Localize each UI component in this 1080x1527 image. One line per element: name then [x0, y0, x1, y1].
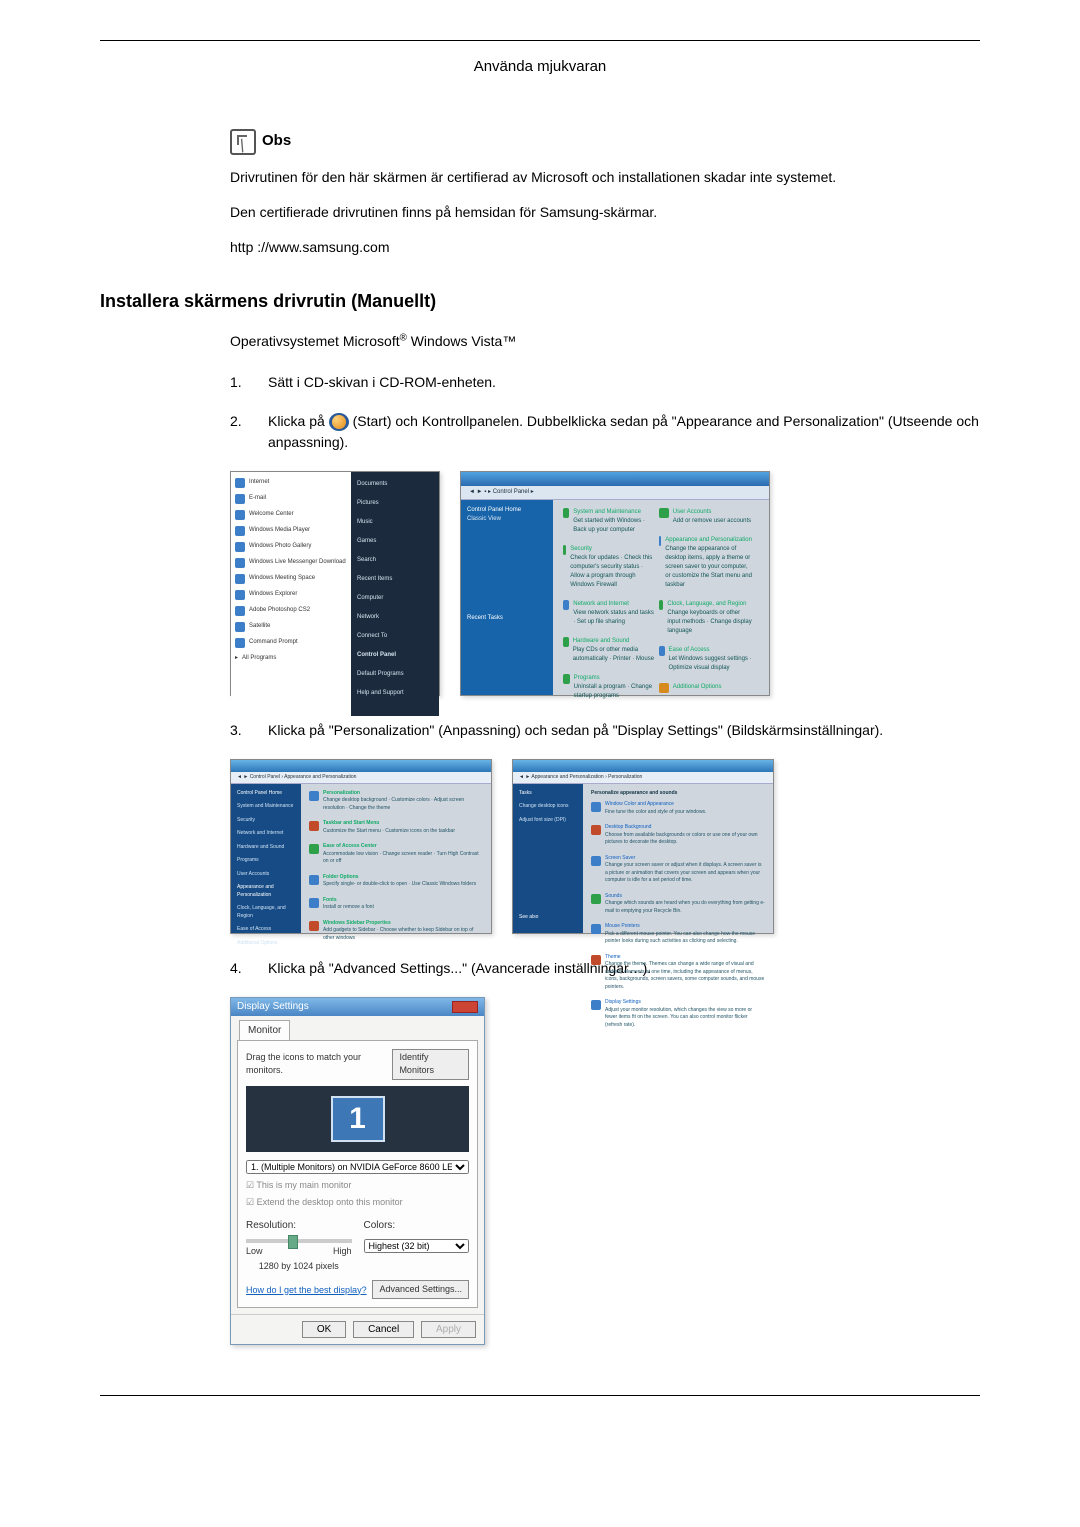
resolution-value: 1280 by 1024 pixels [246, 1260, 352, 1274]
monitor-arrangement-area[interactable]: 1 [246, 1086, 469, 1152]
identify-monitors-button[interactable]: Identify Monitors [392, 1049, 469, 1080]
step-2-text-b: (Start) och Kontrollpanelen. Dubbelklick… [268, 413, 979, 450]
start-orb-icon [329, 413, 349, 431]
step-1-number: 1. [230, 372, 250, 393]
resolution-slider[interactable] [246, 1239, 352, 1243]
step-3-number: 3. [230, 720, 250, 741]
cancel-button[interactable]: Cancel [353, 1321, 414, 1338]
os-vista: Windows Vista™ [407, 333, 516, 349]
step-1: 1. Sätt i CD-skivan i CD-ROM-enheten. [230, 372, 980, 393]
os-subtitle: Operativsystemet Microsoft® Windows Vist… [230, 331, 980, 352]
note-text-2: Den certifierade drivrutinen finns på he… [230, 202, 980, 223]
screenshot-start-menu: Internet E-mail Welcome Center Windows M… [230, 471, 440, 696]
slider-high-label: High [333, 1245, 352, 1259]
page-header: Använda mjukvaran [100, 56, 980, 79]
resolution-label: Resolution: [246, 1218, 352, 1233]
extend-desktop-checkbox[interactable]: ☑ Extend the desktop onto this monitor [246, 1196, 469, 1210]
step-3-text: Klicka på "Personalization" (Anpassning)… [268, 720, 980, 741]
note-label: Obs [262, 130, 291, 153]
screenshot-display-settings: Display Settings Monitor Drag the icons … [230, 997, 485, 1346]
step-2: 2. Klicka på (Start) och Kontrollpanelen… [230, 411, 980, 453]
colors-label: Colors: [364, 1218, 470, 1233]
step-3: 3. Klicka på "Personalization" (Anpassni… [230, 720, 980, 741]
note-block: Obs Drivrutinen för den här skärmen är c… [230, 129, 980, 258]
ok-button[interactable]: OK [302, 1321, 346, 1338]
monitor-dropdown[interactable]: 1. (Multiple Monitors) on NVIDIA GeForce… [246, 1160, 469, 1174]
note-url: http ://www.samsung.com [230, 237, 980, 258]
section-title: Installera skärmens drivrutin (Manuellt) [100, 288, 980, 315]
tab-monitor[interactable]: Monitor [239, 1020, 290, 1040]
step-2-text: Klicka på (Start) och Kontrollpanelen. D… [268, 411, 980, 453]
note-text-1: Drivrutinen för den här skärmen är certi… [230, 167, 980, 188]
step-1-text: Sätt i CD-skivan i CD-ROM-enheten. [268, 372, 980, 393]
note-icon [230, 129, 256, 155]
slider-low-label: Low [246, 1245, 263, 1259]
screenshot-personalization-panel: ◄ ► Appearance and Personalization › Per… [512, 759, 774, 934]
monitor-1-icon[interactable]: 1 [331, 1096, 385, 1142]
start-menu-right-column: Documents Pictures Music Games Search Re… [351, 472, 439, 716]
step-2-text-a: Klicka på [268, 413, 329, 429]
screenshot-appearance-panel: ◄ ► Control Panel › Appearance and Perso… [230, 759, 492, 934]
start-menu-left-column: Internet E-mail Welcome Center Windows M… [231, 472, 351, 716]
dialog-title: Display Settings [237, 999, 309, 1014]
drag-instruction: Drag the icons to match your monitors. [246, 1051, 392, 1078]
close-icon[interactable] [452, 1001, 478, 1013]
apply-button[interactable]: Apply [421, 1321, 476, 1338]
advanced-settings-button[interactable]: Advanced Settings... [372, 1280, 469, 1300]
registered-icon: ® [400, 332, 407, 343]
main-monitor-checkbox[interactable]: ☑ This is my main monitor [246, 1179, 469, 1193]
help-link[interactable]: How do I get the best display? [246, 1284, 367, 1298]
os-microsoft: Operativsystemet Microsoft [230, 333, 400, 349]
colors-dropdown[interactable]: Highest (32 bit) [364, 1239, 470, 1253]
screenshot-control-panel: ◄ ► ▪ ▸ Control Panel ▸ Control Panel Ho… [460, 471, 770, 696]
step-2-number: 2. [230, 411, 250, 453]
